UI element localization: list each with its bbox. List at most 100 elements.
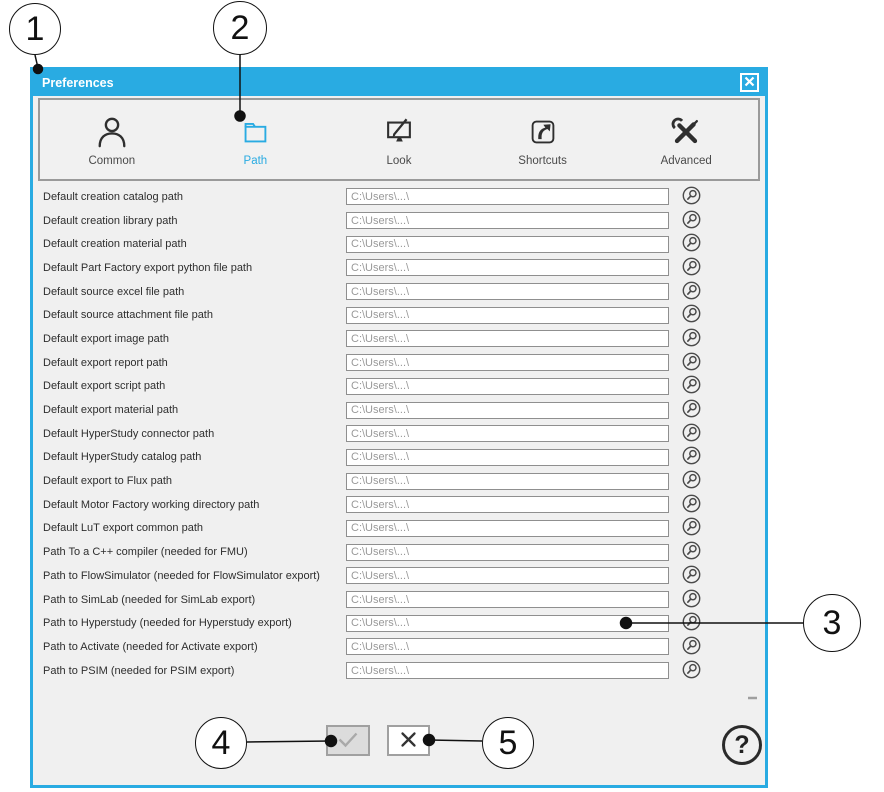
path-input[interactable] — [346, 307, 669, 324]
path-input[interactable] — [346, 473, 669, 490]
check-icon — [337, 731, 359, 751]
path-input[interactable] — [346, 615, 669, 632]
help-button[interactable]: ? — [722, 725, 762, 765]
browse-button[interactable] — [682, 424, 701, 443]
settings-row: Default export script path — [33, 375, 765, 399]
tab-shortcuts[interactable]: Shortcuts — [471, 100, 615, 179]
browse-button[interactable] — [682, 614, 701, 633]
settings-row: Default HyperStudy catalog path — [33, 446, 765, 470]
callout-5-number: 5 — [499, 724, 518, 763]
setting-label: Default HyperStudy catalog path — [43, 451, 346, 463]
close-button[interactable] — [740, 73, 759, 92]
magnifier-icon — [682, 186, 701, 208]
settings-row: Default creation library path — [33, 209, 765, 233]
path-input[interactable] — [346, 449, 669, 466]
path-input[interactable] — [346, 283, 669, 300]
browse-button[interactable] — [682, 211, 701, 230]
path-input[interactable] — [346, 378, 669, 395]
browse-button[interactable] — [682, 353, 701, 372]
browse-button[interactable] — [682, 401, 701, 420]
callout-4: 4 — [195, 717, 247, 769]
browse-button[interactable] — [682, 566, 701, 585]
setting-label: Path to SimLab (needed for SimLab export… — [43, 594, 346, 606]
path-input[interactable] — [346, 425, 669, 442]
magnifier-icon — [682, 494, 701, 516]
ok-button[interactable] — [326, 725, 370, 756]
browse-button[interactable] — [682, 306, 701, 325]
setting-label: Path to PSIM (needed for PSIM export) — [43, 665, 346, 677]
browse-button[interactable] — [682, 258, 701, 277]
tab-label: Common — [88, 155, 135, 167]
browse-button[interactable] — [682, 282, 701, 301]
callout-2: 2 — [213, 1, 267, 55]
browse-button[interactable] — [682, 187, 701, 206]
path-input[interactable] — [346, 188, 669, 205]
path-input[interactable] — [346, 638, 669, 655]
tab-look[interactable]: Look — [327, 100, 471, 179]
magnifier-icon — [682, 375, 701, 397]
setting-label: Default source attachment file path — [43, 309, 346, 321]
settings-row: Default creation catalog path — [33, 185, 765, 209]
settings-row: Default Part Factory export python file … — [33, 256, 765, 280]
settings-row: Default LuT export common path — [33, 517, 765, 541]
tab-path[interactable]: Path — [184, 100, 328, 179]
path-input[interactable] — [346, 402, 669, 419]
shortcut-arrow-icon — [526, 112, 560, 150]
settings-list: Default creation catalog pathDefault cre… — [33, 185, 765, 682]
path-input[interactable] — [346, 544, 669, 561]
screen-edit-icon — [382, 112, 416, 150]
browse-button[interactable] — [682, 472, 701, 491]
browse-button[interactable] — [682, 637, 701, 656]
browse-button[interactable] — [682, 519, 701, 538]
path-input[interactable] — [346, 212, 669, 229]
settings-row: Default creation material path — [33, 232, 765, 256]
callout-2-number: 2 — [231, 9, 250, 48]
tab-common[interactable]: Common — [40, 100, 184, 179]
folder-icon — [238, 112, 272, 150]
setting-label: Default creation material path — [43, 238, 346, 250]
browse-button[interactable] — [682, 448, 701, 467]
magnifier-icon — [682, 328, 701, 350]
cancel-button[interactable] — [387, 725, 430, 756]
tools-icon — [669, 112, 703, 150]
path-input[interactable] — [346, 496, 669, 513]
setting-label: Default export material path — [43, 404, 346, 416]
browse-button[interactable] — [682, 377, 701, 396]
path-input[interactable] — [346, 520, 669, 537]
path-input[interactable] — [346, 236, 669, 253]
preferences-dialog: Preferences Common PathLookShortcutsAdvan… — [30, 67, 768, 788]
path-input[interactable] — [346, 330, 669, 347]
browse-button[interactable] — [682, 329, 701, 348]
setting-label: Default export to Flux path — [43, 475, 346, 487]
browse-button[interactable] — [682, 235, 701, 254]
path-input[interactable] — [346, 259, 669, 276]
browse-button[interactable] — [682, 543, 701, 562]
browse-button[interactable] — [682, 590, 701, 609]
tab-bar: Common PathLookShortcutsAdvanced — [38, 98, 760, 181]
setting-label: Default Motor Factory working directory … — [43, 499, 346, 511]
setting-label: Path to Hyperstudy (needed for Hyperstud… — [43, 617, 346, 629]
magnifier-icon — [682, 257, 701, 279]
person-icon — [95, 112, 129, 150]
magnifier-icon — [682, 281, 701, 303]
magnifier-icon — [682, 399, 701, 421]
magnifier-icon — [682, 210, 701, 232]
tab-advanced[interactable]: Advanced — [614, 100, 758, 179]
magnifier-icon — [682, 446, 701, 468]
settings-row: Default source excel file path — [33, 280, 765, 304]
path-input[interactable] — [346, 567, 669, 584]
callout-4-number: 4 — [212, 724, 231, 763]
settings-row: Default export image path — [33, 327, 765, 351]
callout-1: 1 — [9, 3, 61, 55]
settings-row: Default export report path — [33, 351, 765, 375]
window-title: Preferences — [42, 76, 114, 90]
path-input[interactable] — [346, 662, 669, 679]
browse-button[interactable] — [682, 661, 701, 680]
magnifier-icon — [682, 304, 701, 326]
title-bar: Preferences — [33, 70, 765, 96]
path-input[interactable] — [346, 591, 669, 608]
browse-button[interactable] — [682, 495, 701, 514]
path-input[interactable] — [346, 354, 669, 371]
close-icon — [744, 75, 755, 90]
settings-row: Path to Activate (needed for Activate ex… — [33, 635, 765, 659]
